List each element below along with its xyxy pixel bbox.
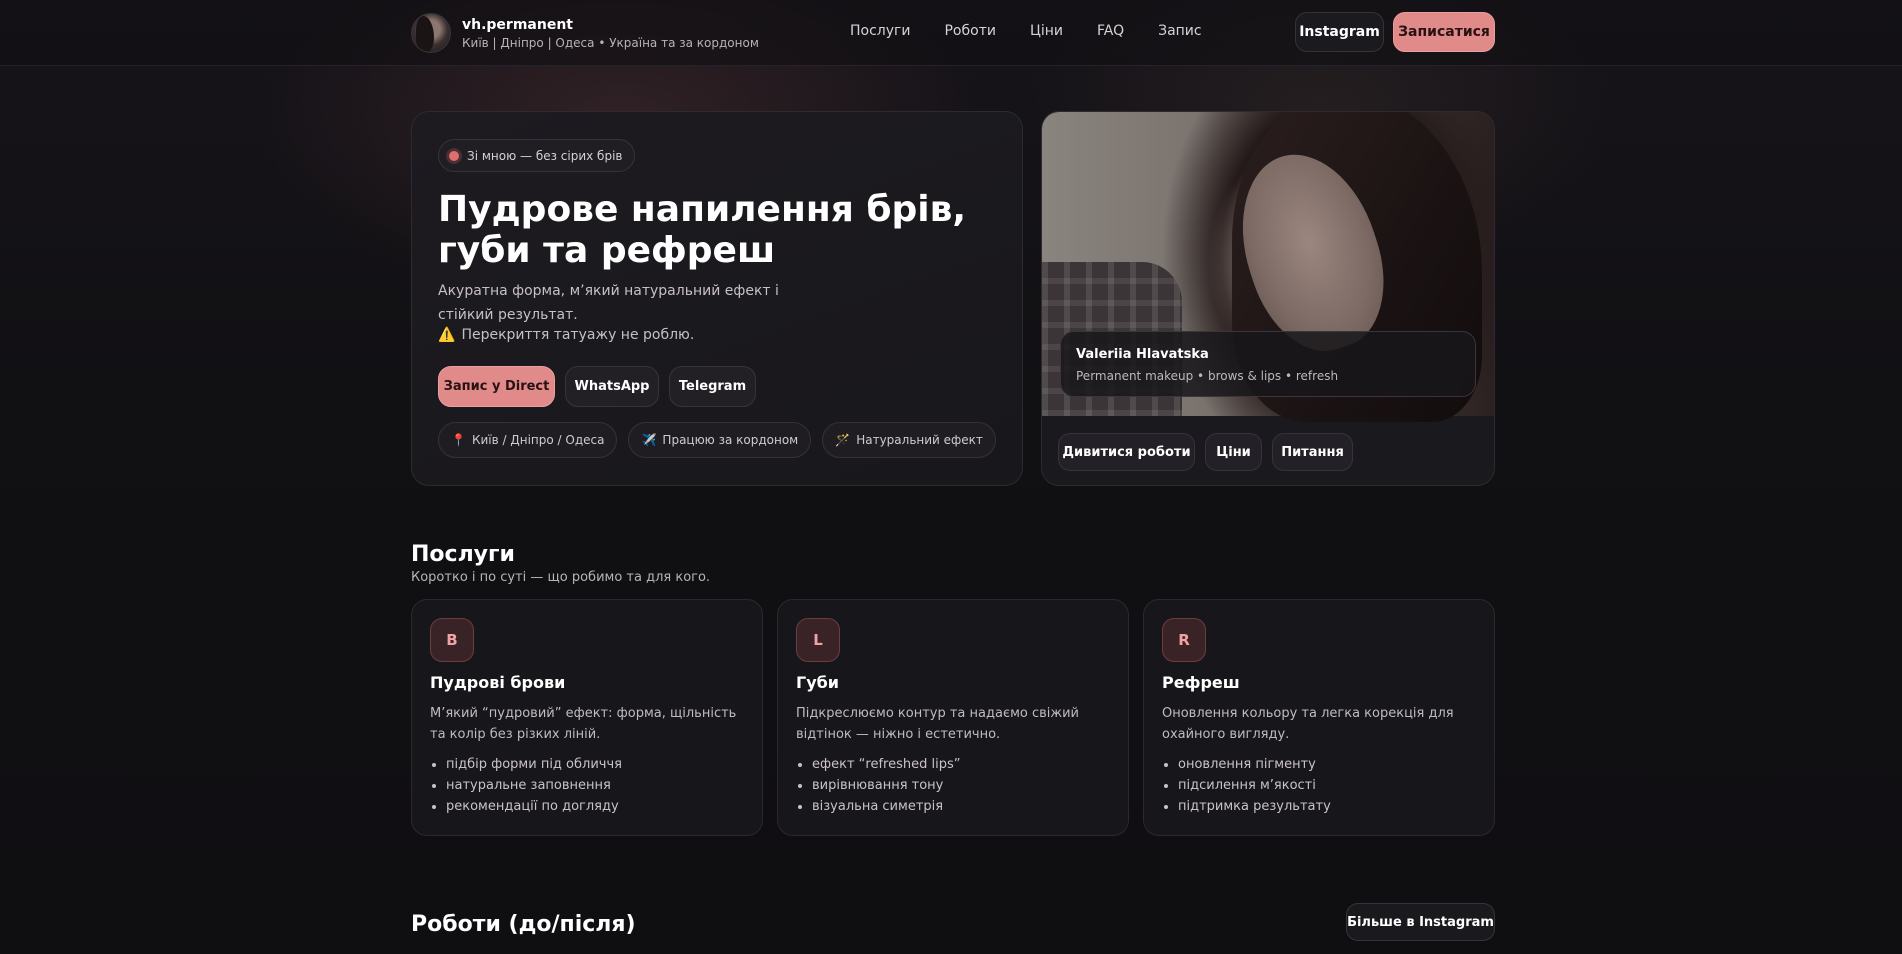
caption-subtitle: Permanent makeup • brows & lips • refres… bbox=[1076, 369, 1339, 383]
services-subtitle: Коротко і по суті — що робимо та для ког… bbox=[411, 570, 711, 585]
service-title: Пудрові брови bbox=[430, 673, 566, 692]
service-features: підбір форми під обличчя натуральне запо… bbox=[446, 754, 622, 817]
hero-cta-row: Запис у Direct WhatsApp Telegram bbox=[438, 366, 766, 407]
hero-photo-card: Valeriia Hlavatska Permanent makeup • br… bbox=[1041, 111, 1495, 486]
chip-abroad: ✈️ Працюю за кордоном bbox=[628, 422, 812, 458]
list-item: оновлення пігменту bbox=[1178, 754, 1331, 775]
chip-natural: 🪄 Натуральний ефект bbox=[822, 422, 996, 458]
service-card-refresh: R Рефреш Оновлення кольору та легка коре… bbox=[1143, 599, 1495, 836]
nav-link-prices[interactable]: Ціни bbox=[1030, 23, 1063, 39]
magic-wand-icon: 🪄 bbox=[835, 433, 851, 447]
faq-button[interactable]: Питання bbox=[1272, 433, 1353, 471]
list-item: вирівнювання тону bbox=[812, 775, 960, 796]
caption-name: Valeriia Hlavatska bbox=[1076, 347, 1209, 362]
prices-button[interactable]: Ціни bbox=[1205, 433, 1262, 471]
chip-label: Працюю за кордоном bbox=[662, 433, 799, 447]
brand-name: vh.permanent bbox=[462, 16, 573, 33]
brows-icon: B bbox=[430, 618, 474, 662]
list-item: підсилення м’якості bbox=[1178, 775, 1331, 796]
chip-cities: 📍 Київ / Дніпро / Одеса bbox=[438, 422, 618, 458]
service-description: Оновлення кольору та легка корекція для … bbox=[1162, 706, 1454, 742]
service-card-lips: L Губи Підкреслюємо контур та надаємо св… bbox=[777, 599, 1129, 836]
nav-link-booking[interactable]: Запис bbox=[1158, 23, 1202, 39]
telegram-button[interactable]: Telegram bbox=[669, 366, 756, 407]
list-item: натуральне заповнення bbox=[446, 775, 622, 796]
chip-label: Натуральний ефект bbox=[856, 433, 983, 447]
works-title: Роботи (до/після) bbox=[411, 912, 636, 937]
main-nav: Послуги Роботи Ціни FAQ Запис bbox=[850, 23, 1236, 39]
pin-icon: 📍 bbox=[451, 433, 466, 447]
hero-warning: ⚠️ Перекриття татуажу не роблю. bbox=[438, 327, 694, 343]
brand-locations: Київ | Дніпро | Одеса • Україна та за ко… bbox=[462, 35, 759, 50]
instagram-button[interactable]: Instagram bbox=[1295, 12, 1384, 52]
hero-card: Зі мною — без сірих брів Пудрове напилен… bbox=[411, 111, 1023, 486]
service-title: Рефреш bbox=[1162, 673, 1240, 692]
site-header: vh.permanent Київ | Дніпро | Одеса • Укр… bbox=[0, 0, 1902, 66]
more-instagram-button[interactable]: Більше в Instagram bbox=[1346, 903, 1495, 941]
hero-tag-label: Зі мною — без сірих брів bbox=[467, 148, 623, 163]
hero-warning-text: Перекриття татуажу не роблю. bbox=[461, 327, 695, 343]
service-title: Губи bbox=[796, 673, 840, 692]
brand[interactable]: vh.permanent Київ | Дніпро | Одеса • Укр… bbox=[411, 13, 759, 53]
photo-card-actions: Дивитися роботи Ціни Питання bbox=[1058, 433, 1363, 471]
service-card-brows: B Пудрові брови М’який “пудровий” ефект:… bbox=[411, 599, 763, 836]
list-item: рекомендації по догляду bbox=[446, 796, 622, 817]
lips-icon: L bbox=[796, 618, 840, 662]
refresh-icon: R bbox=[1162, 618, 1206, 662]
nav-link-services[interactable]: Послуги bbox=[850, 23, 910, 39]
service-description: Підкреслюємо контур та надаємо свіжий ві… bbox=[796, 706, 1080, 742]
book-button[interactable]: Записатися bbox=[1393, 12, 1495, 52]
red-dot-icon bbox=[449, 150, 459, 161]
nav-link-works[interactable]: Роботи bbox=[944, 23, 995, 39]
list-item: підтримка результату bbox=[1178, 796, 1331, 817]
chip-label: Київ / Дніпро / Одеса bbox=[471, 433, 605, 447]
hero-title: Пудрове напилення брів, губи та рефреш bbox=[438, 189, 967, 271]
airplane-icon: ✈️ bbox=[641, 433, 657, 447]
services-title: Послуги bbox=[411, 542, 515, 567]
service-features: оновлення пігменту підсилення м’якості п… bbox=[1178, 754, 1331, 817]
hero-chips: 📍 Київ / Дніпро / Одеса ✈️ Працюю за кор… bbox=[438, 422, 1007, 458]
list-item: візуальна симетрія bbox=[812, 796, 960, 817]
service-description: М’який “пудровий” ефект: форма, щільніст… bbox=[430, 706, 737, 742]
hero-description: Акуратна форма, м’який натуральний ефект… bbox=[438, 283, 779, 323]
whatsapp-button[interactable]: WhatsApp bbox=[565, 366, 659, 407]
direct-booking-button[interactable]: Запис у Direct bbox=[438, 366, 555, 407]
service-features: ефект “refreshed lips” вирівнювання тону… bbox=[812, 754, 960, 817]
nav-link-faq[interactable]: FAQ bbox=[1097, 23, 1124, 39]
avatar bbox=[411, 13, 451, 53]
hero-tag: Зі мною — без сірих брів bbox=[438, 139, 636, 172]
photo-caption: Valeriia Hlavatska Permanent makeup • br… bbox=[1060, 331, 1476, 397]
list-item: підбір форми під обличчя bbox=[446, 754, 622, 775]
view-works-button[interactable]: Дивитися роботи bbox=[1058, 433, 1195, 471]
warning-icon: ⚠️ bbox=[438, 327, 456, 343]
list-item: ефект “refreshed lips” bbox=[812, 754, 960, 775]
